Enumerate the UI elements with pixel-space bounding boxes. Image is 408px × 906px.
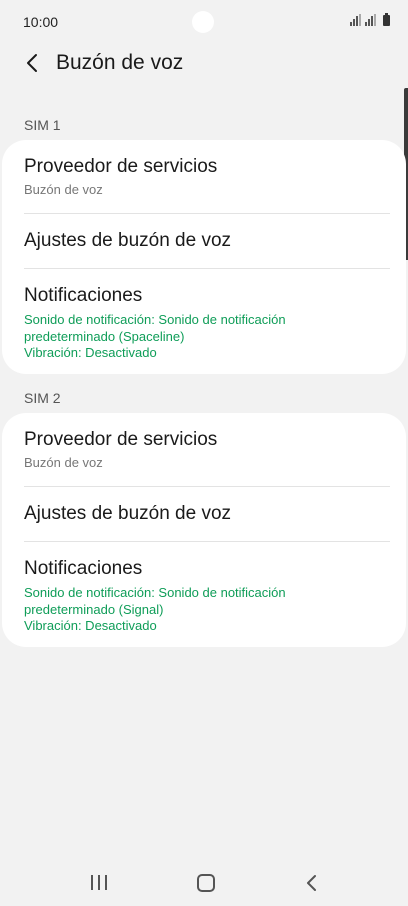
divider (24, 268, 390, 269)
navigation-bar (0, 858, 408, 906)
notifications-detail: Sonido de notificación: Sonido de notifi… (24, 585, 384, 635)
notification-sound-line: Sonido de notificación: Sonido de notifi… (24, 312, 286, 327)
camera-cutout (192, 11, 214, 33)
recent-apps-icon[interactable] (91, 875, 107, 891)
sim1-card: Proveedor de servicios Buzón de voz Ajus… (2, 140, 406, 374)
section-label-sim1: SIM 1 (24, 117, 61, 133)
home-icon[interactable] (197, 874, 215, 892)
vibration-status: Vibración: Desactivado (24, 345, 157, 360)
voicemail-settings-title: Ajustes de buzón de voz (24, 230, 232, 251)
chevron-left-icon[interactable] (22, 52, 44, 74)
divider (24, 213, 390, 214)
notifications-item[interactable]: Notificaciones Sonido de notificación: S… (24, 558, 384, 638)
service-provider-subtitle: Buzón de voz (24, 182, 103, 197)
back-icon[interactable] (303, 873, 321, 893)
notification-sound-line: predeterminado (Signal) (24, 601, 164, 617)
notifications-title: Notificaciones (24, 285, 143, 306)
service-provider-item[interactable]: Proveedor de servicios Buzón de voz (24, 429, 384, 481)
service-provider-title: Proveedor de servicios (24, 156, 218, 177)
notification-sound-line: Sonido de notificación: Sonido de notifi… (24, 585, 286, 600)
vibration-status: Vibración: Desactivado (24, 618, 157, 633)
divider (24, 486, 390, 487)
signal-strength-icon (365, 14, 376, 26)
voicemail-settings-item[interactable]: Ajustes de buzón de voz (24, 503, 384, 533)
service-provider-title: Proveedor de servicios (24, 429, 218, 450)
service-provider-item[interactable]: Proveedor de servicios Buzón de voz (24, 156, 384, 208)
signal-strength-icon (350, 14, 361, 26)
app-header: Buzón de voz (0, 44, 408, 84)
section-label-sim2: SIM 2 (24, 390, 61, 406)
battery-icon (383, 13, 390, 26)
notifications-item[interactable]: Notificaciones Sonido de notificación: S… (24, 285, 384, 365)
status-time: 10:00 (23, 14, 59, 30)
divider (24, 541, 390, 542)
status-icons (350, 13, 390, 26)
notification-sound-line: predeterminado (Spaceline) (24, 328, 185, 344)
service-provider-subtitle: Buzón de voz (24, 455, 103, 470)
voicemail-settings-item[interactable]: Ajustes de buzón de voz (24, 230, 384, 260)
notifications-detail: Sonido de notificación: Sonido de notifi… (24, 312, 384, 362)
sim2-card: Proveedor de servicios Buzón de voz Ajus… (2, 413, 406, 647)
voicemail-settings-title: Ajustes de buzón de voz (24, 503, 232, 524)
status-bar: 10:00 (0, 0, 408, 46)
page-title: Buzón de voz (56, 51, 184, 74)
notifications-title: Notificaciones (24, 558, 143, 579)
